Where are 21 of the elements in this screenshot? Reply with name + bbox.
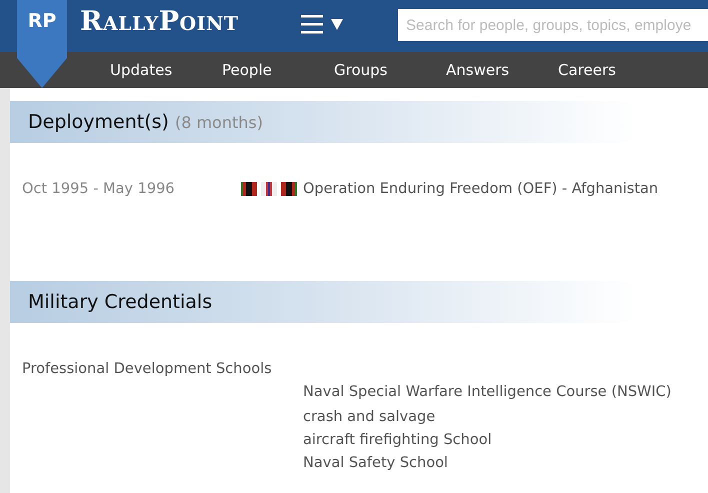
nav-link[interactable]: Groups: [334, 61, 446, 79]
ribbon-icon: [241, 182, 297, 196]
nav-link[interactable]: Careers: [558, 61, 670, 79]
logo-text[interactable]: RallyPoint: [80, 6, 238, 37]
operation-name: Operation Enduring Freedom (OEF) - Afghanistan: [303, 181, 658, 197]
caret-icon[interactable]: [330, 18, 342, 30]
school-name: Naval Special Warfare Intelligence Course (NSWIC): [303, 383, 672, 402]
logo-badge-text: RP: [26, 10, 58, 32]
section-title: Military Credentials: [28, 291, 212, 313]
credential-category: Professional Development Schools: [21, 360, 273, 377]
deployment-duration: (8 months): [174, 112, 263, 132]
menu-icon[interactable]: [300, 14, 322, 34]
nav-link[interactable]: People: [222, 61, 334, 79]
deployment-dates: Oct 1995 - May 1996: [22, 181, 176, 197]
school-name: aircraft firefighting School: [303, 431, 493, 450]
section-title: Deployment(s): [28, 111, 169, 133]
school-name: crash and salvage: [303, 408, 436, 427]
nav-link[interactable]: Updates: [110, 61, 222, 79]
school-name: Naval Safety School: [303, 454, 449, 473]
nav-link[interactable]: Answers: [446, 61, 558, 79]
search-field[interactable]: Search for people, groups, topics, employe: [398, 9, 708, 41]
